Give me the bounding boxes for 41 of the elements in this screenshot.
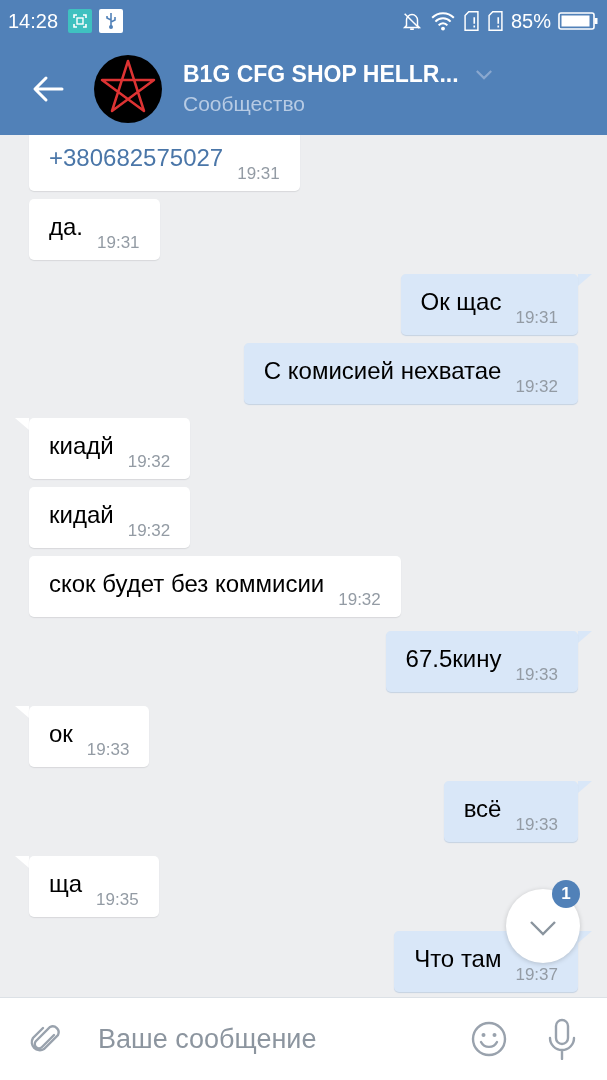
wifi-icon [429,10,456,32]
chat-title[interactable]: B1G CFG SHOP HELLR... [183,61,459,88]
message-time: 19:31 [97,234,140,251]
sim-icon [462,10,480,32]
message-time: 19:33 [86,741,130,758]
message-time: 19:35 [96,891,139,908]
message-text: скок будет без коммисии [49,572,325,596]
message-text: С комисией нехватае [263,359,502,383]
microphone-icon[interactable] [547,1018,577,1060]
message-time: 19:31 [237,165,280,182]
sim-icon [486,10,504,32]
screenshot-icon [68,9,93,33]
usb-icon [99,9,124,33]
smiley-icon[interactable] [471,1021,507,1057]
status-time: 14:28 [8,9,59,33]
message-time: 19:32 [127,522,171,539]
unread-badge: 1 [552,880,580,908]
message-time: 19:32 [127,453,171,470]
pentagram-avatar-icon[interactable] [94,54,162,123]
message-text: ща [49,872,83,896]
battery-icon [558,12,598,30]
message-time: 19:31 [515,309,558,326]
message-text: да. [49,215,84,239]
back-arrow-icon[interactable] [32,74,64,103]
phone-link[interactable]: +380682575027 [49,146,224,170]
chevron-down-icon [529,920,557,936]
message-text: Ок щас [420,290,502,314]
message-text: ок [49,722,73,746]
message-text: кидай [49,503,114,527]
chat-subtitle: Сообщество [183,92,306,116]
message-time: 19:37 [515,966,558,983]
message-time: 19:32 [338,591,381,608]
message-time: 19:32 [515,378,558,395]
message-time: 19:33 [515,666,558,683]
message-text: киадй [49,434,114,458]
battery-percent: 85% [510,9,551,33]
chevron-down-icon[interactable] [474,69,493,80]
message-text: 67.5кину [405,647,502,671]
message-text: всё [463,797,502,821]
message-time: 19:33 [515,816,558,833]
message-text: Что там [414,947,502,971]
